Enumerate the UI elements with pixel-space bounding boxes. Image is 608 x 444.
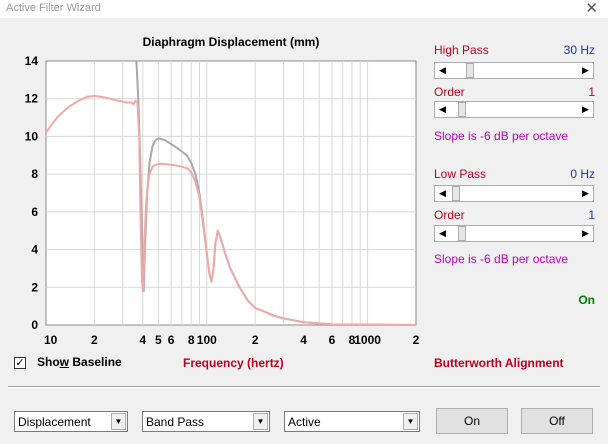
check-icon: ✓ (15, 357, 25, 369)
chevron-down-icon[interactable]: ▼ (111, 413, 126, 430)
status-text: On (578, 293, 595, 307)
plot-type-select[interactable]: Displacement ▼ (14, 411, 128, 432)
high-pass-label: High Pass (434, 43, 489, 57)
y-tick-label: 4 (31, 243, 38, 257)
filter-type-select[interactable]: Band Pass ▼ (142, 411, 270, 432)
scroll-left-icon[interactable]: ◀ (435, 226, 450, 241)
scroll-left-icon[interactable]: ◀ (435, 102, 450, 117)
displacement-chart: 0246810121410 2 4 5 6 8 100 2 4 6 81000 2 (25, 54, 420, 347)
high-pass-order-value: 1 (588, 85, 595, 99)
x-tick-label: 2 (413, 333, 420, 347)
low-pass-label: Low Pass (434, 167, 487, 181)
show-baseline-label[interactable]: Show Baseline (37, 355, 122, 369)
y-tick-label: 2 (31, 280, 38, 294)
y-tick-label: 14 (25, 54, 39, 68)
y-tick-label: 8 (31, 167, 38, 181)
y-tick-label: 12 (25, 92, 39, 106)
y-tick-label: 6 (31, 205, 38, 219)
low-pass-order-label: Order (434, 208, 465, 222)
high-pass-value: 30 Hz (563, 43, 595, 57)
window-title: Active Filter Wizard (6, 2, 101, 14)
alignment-label: Butterworth Alignment (434, 356, 564, 370)
scroll-right-icon[interactable]: ▶ (578, 186, 593, 201)
low-pass-slope-text: Slope is -6 dB per octave (434, 252, 569, 266)
x-tick-label: 10 (44, 333, 58, 347)
x-tick-label: 2 (91, 333, 98, 347)
frequency-label: Frequency (hertz) (183, 356, 284, 370)
x-tick-label: 4 (139, 333, 146, 347)
chevron-down-icon[interactable]: ▼ (253, 413, 268, 430)
high-pass-order-label: Order (434, 85, 465, 99)
scroll-left-icon[interactable]: ◀ (435, 186, 450, 201)
slider-thumb[interactable] (466, 63, 475, 78)
x-tick-label: 8 (188, 333, 195, 347)
high-pass-slider[interactable]: ◀ ▶ (434, 62, 594, 79)
low-pass-order-value: 1 (588, 208, 595, 222)
scroll-left-icon[interactable]: ◀ (435, 63, 450, 78)
chevron-down-icon[interactable]: ▼ (403, 413, 418, 430)
x-tick-label: 1000 (354, 333, 381, 347)
show-baseline-checkbox[interactable]: ✓ (14, 357, 26, 369)
off-button[interactable]: Off (521, 408, 593, 434)
low-pass-value: 0 Hz (570, 167, 595, 181)
low-pass-slider[interactable]: ◀ ▶ (434, 185, 594, 202)
high-pass-order-slider[interactable]: ◀ ▶ (434, 101, 594, 118)
scroll-right-icon[interactable]: ▶ (578, 226, 593, 241)
slider-thumb[interactable] (452, 186, 460, 201)
separator (8, 386, 600, 388)
on-button[interactable]: On (436, 408, 508, 434)
y-tick-label: 0 (31, 318, 38, 332)
x-tick-label: 2 (252, 333, 259, 347)
x-tick-label: 4 (300, 333, 307, 347)
x-tick-label: 6 (329, 333, 336, 347)
close-icon[interactable]: ✕ (585, 0, 598, 17)
low-pass-order-slider[interactable]: ◀ ▶ (434, 225, 594, 242)
scroll-right-icon[interactable]: ▶ (578, 102, 593, 117)
chart-title: Diaphragm Displacement (mm) (142, 35, 320, 49)
scroll-right-icon[interactable]: ▶ (578, 63, 593, 78)
title-bar: Active Filter Wizard ✕ (0, 0, 608, 18)
y-tick-label: 10 (25, 129, 39, 143)
filter-mode-select[interactable]: Active ▼ (284, 411, 420, 432)
x-tick-label: 100 (197, 333, 217, 347)
x-tick-label: 5 (155, 333, 162, 347)
x-tick-label: 6 (168, 333, 175, 347)
slider-thumb[interactable] (458, 226, 466, 241)
high-pass-slope-text: Slope is -6 dB per octave (434, 129, 569, 143)
slider-thumb[interactable] (458, 102, 466, 117)
